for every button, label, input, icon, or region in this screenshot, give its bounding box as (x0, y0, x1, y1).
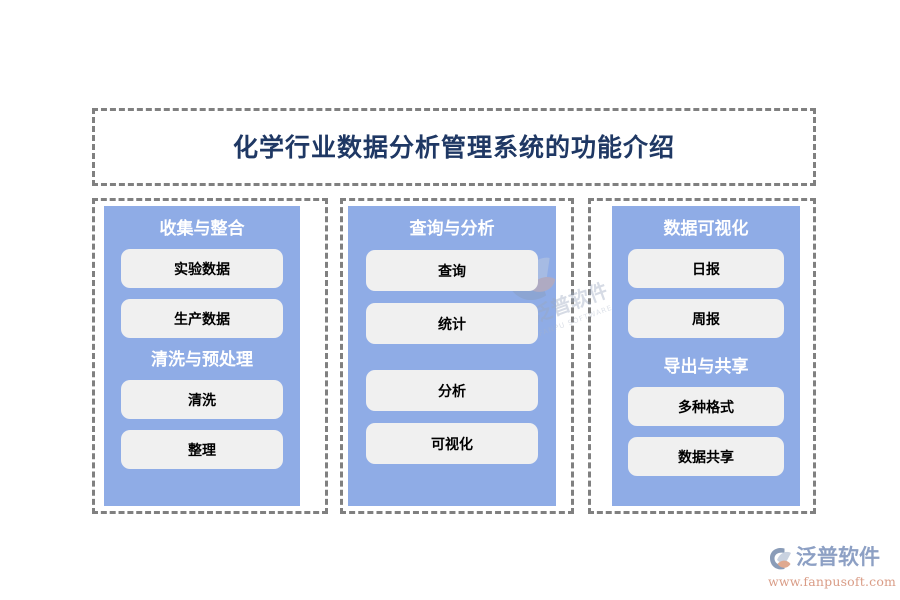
fanpu-swoosh-logo-icon (766, 545, 793, 571)
item-box[interactable]: 多种格式 (628, 387, 784, 426)
brand-name: 泛普软件 (796, 545, 880, 570)
group-header-query: 查询与分析 (409, 219, 495, 239)
item-box[interactable]: 周报 (628, 299, 784, 338)
item-box[interactable]: 统计 (366, 303, 538, 344)
page-title: 化学行业数据分析管理系统的功能介绍 (232, 132, 675, 162)
panel-visualization: 数据可视化 日报 周报 导出与共享 多种格式 数据共享 (612, 206, 800, 506)
item-box[interactable]: 数据共享 (628, 437, 784, 476)
group-header-visualization: 数据可视化 (663, 219, 749, 239)
brand-logo: 泛普软件 www.fanpusoft.com (766, 541, 897, 591)
item-box[interactable]: 生产数据 (121, 299, 283, 338)
panel-query: 查询与分析 查询 统计 分析 可视化 (348, 206, 556, 506)
group-header-cleaning: 清洗与预处理 (151, 350, 253, 370)
item-box[interactable]: 分析 (366, 370, 538, 411)
panel-collection: 收集与整合 实验数据 生产数据 清洗与预处理 清洗 整理 (104, 206, 300, 506)
item-box[interactable]: 整理 (121, 430, 283, 469)
item-box[interactable]: 可视化 (366, 423, 538, 464)
group-header-export: 导出与共享 (663, 357, 749, 377)
item-box[interactable]: 查询 (366, 250, 538, 291)
item-box[interactable]: 日报 (628, 249, 784, 288)
item-box[interactable]: 实验数据 (121, 249, 283, 288)
item-box[interactable]: 清洗 (121, 380, 283, 419)
diagram-canvas: 化学行业数据分析管理系统的功能介绍 收集与整合 实验数据 生产数据 清洗与预处理… (0, 0, 900, 600)
brand-url: www.fanpusoft.com (768, 574, 897, 590)
group-header-collection: 收集与整合 (159, 219, 245, 239)
title-frame: 化学行业数据分析管理系统的功能介绍 (92, 108, 816, 186)
